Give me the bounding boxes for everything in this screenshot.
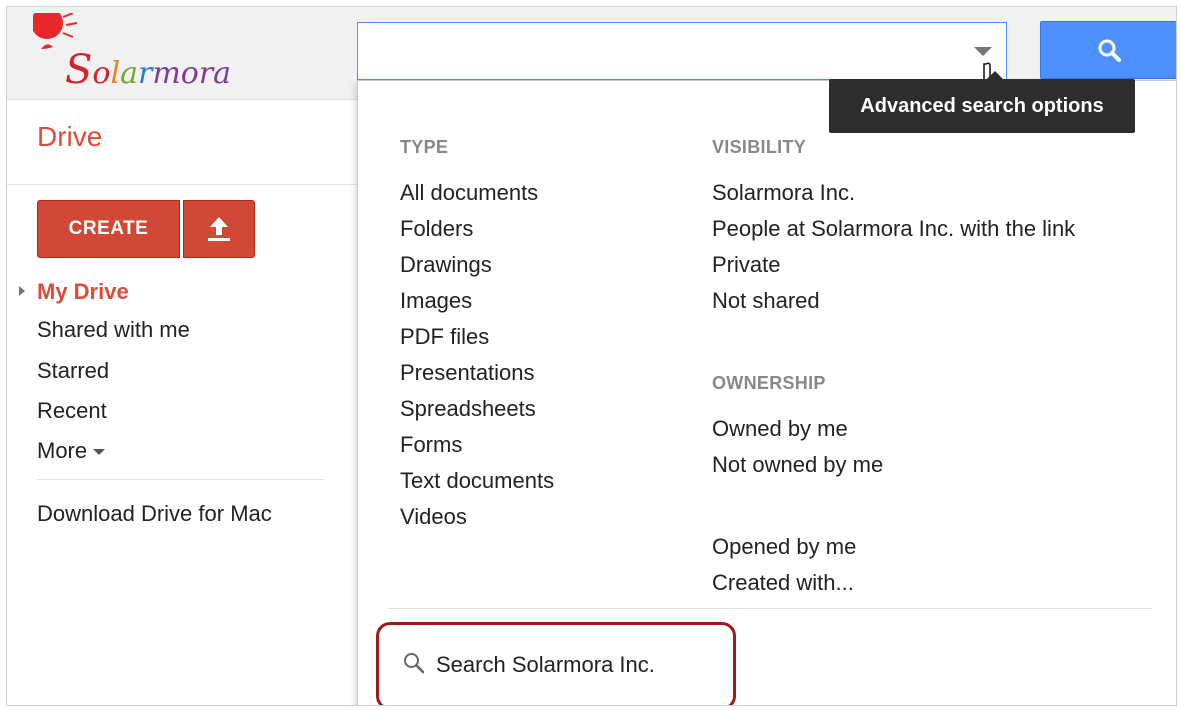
drive-title[interactable]: Drive xyxy=(37,121,102,153)
ownership-option[interactable]: Owned by me xyxy=(712,416,848,442)
sidebar-divider xyxy=(7,184,357,185)
sidebar-item-my-drive[interactable]: My Drive xyxy=(19,279,129,305)
type-option[interactable]: All documents xyxy=(400,180,538,206)
type-option[interactable]: Videos xyxy=(400,504,467,530)
sidebar-item-recent[interactable]: Recent xyxy=(37,398,107,424)
sidebar-item-starred[interactable]: Starred xyxy=(37,358,109,384)
search-organization-label: Search Solarmora Inc. xyxy=(436,652,655,677)
advanced-search-tooltip: Advanced search options xyxy=(829,71,1135,133)
create-button[interactable]: CREATE xyxy=(37,200,180,258)
search-input[interactable] xyxy=(358,23,982,79)
app-frame: Solarmora Advanced search options Drive … xyxy=(6,6,1177,706)
sidebar-item-label: More xyxy=(37,438,88,463)
type-option[interactable]: Presentations xyxy=(400,360,535,386)
sidebar-item-label: My Drive xyxy=(37,279,129,304)
type-heading: TYPE xyxy=(400,137,449,157)
nav-divider xyxy=(37,479,325,480)
type-option[interactable]: PDF files xyxy=(400,324,489,350)
solarmora-logo[interactable]: Solarmora xyxy=(33,13,253,93)
type-option[interactable]: Forms xyxy=(400,432,462,458)
created-with-option[interactable]: Created with... xyxy=(712,570,854,596)
sidebar-item-more[interactable]: More xyxy=(37,438,106,464)
expand-triangle-icon[interactable] xyxy=(19,286,25,296)
chevron-down-icon xyxy=(93,449,106,456)
type-option[interactable]: Text documents xyxy=(400,468,554,494)
visibility-heading: VISIBILITY xyxy=(712,137,807,157)
ownership-option[interactable]: Not owned by me xyxy=(712,452,883,478)
visibility-option[interactable]: People at Solarmora Inc. with the link xyxy=(712,216,1075,242)
visibility-option[interactable]: Not shared xyxy=(712,288,820,314)
search-icon xyxy=(404,653,425,674)
panel-divider xyxy=(388,608,1152,609)
opened-by-me-option[interactable]: Opened by me xyxy=(712,534,856,560)
visibility-option[interactable]: Solarmora Inc. xyxy=(712,180,855,206)
sidebar-item-shared-with-me[interactable]: Shared with me xyxy=(37,317,190,343)
search-icon xyxy=(1098,39,1121,62)
search-box[interactable] xyxy=(357,22,1007,80)
logo-wordmark: Solarmora xyxy=(65,47,232,93)
advanced-search-arrow-icon[interactable] xyxy=(974,47,992,56)
search-button[interactable] xyxy=(1040,21,1176,79)
type-option[interactable]: Images xyxy=(400,288,472,314)
ownership-heading: OWNERSHIP xyxy=(712,373,826,393)
type-option[interactable]: Drawings xyxy=(400,252,492,278)
visibility-option[interactable]: Private xyxy=(712,252,780,278)
advanced-search-dropdown: TYPE All documents Folders Drawings Imag… xyxy=(357,80,1176,705)
upload-button[interactable] xyxy=(183,200,255,258)
type-option[interactable]: Folders xyxy=(400,216,473,242)
type-option[interactable]: Spreadsheets xyxy=(400,396,536,422)
search-organization-option[interactable]: Search Solarmora Inc. xyxy=(402,651,655,678)
upload-icon xyxy=(208,217,230,241)
download-drive-link[interactable]: Download Drive for Mac xyxy=(37,501,272,527)
